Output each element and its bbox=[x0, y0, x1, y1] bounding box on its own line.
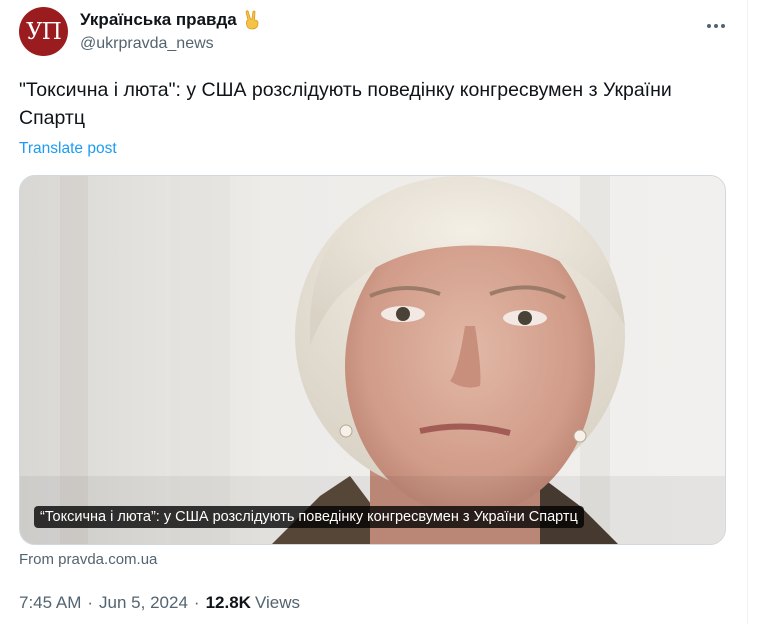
separator-dot: · bbox=[87, 593, 94, 612]
views-count[interactable]: 12.8K bbox=[206, 593, 251, 613]
tweet-meta: 7:45 AM · Jun 5, 2024 · 12.8K Views bbox=[19, 593, 300, 613]
handle[interactable]: @ukrpravda_news bbox=[80, 35, 214, 53]
card-source-link[interactable]: From pravda.com.ua bbox=[19, 551, 157, 568]
tweet-text: "Токсична і люта": у США розслідують пов… bbox=[19, 79, 672, 129]
card-caption: “Токсична і люта”: у США розслідують пов… bbox=[34, 506, 584, 528]
more-options-icon bbox=[706, 16, 726, 34]
views-label: Views bbox=[254, 593, 300, 612]
timeline-divider bbox=[747, 0, 748, 624]
victory-hand-icon bbox=[243, 10, 261, 30]
tweet-header: УП Українська правда @ukrpravda_news bbox=[19, 7, 729, 57]
link-card[interactable]: “Токсична і люта”: у США розслідують пов… bbox=[19, 175, 726, 545]
card-image bbox=[20, 176, 725, 544]
post-date[interactable]: Jun 5, 2024 bbox=[99, 593, 188, 613]
tweet: УП Українська правда @ukrpravda_news "То… bbox=[0, 0, 747, 624]
translate-post-link[interactable]: Translate post bbox=[19, 140, 117, 158]
avatar[interactable]: УП bbox=[19, 7, 68, 56]
display-name[interactable]: Українська правда bbox=[80, 10, 237, 30]
more-options-button[interactable] bbox=[702, 13, 730, 37]
separator-dot: · bbox=[193, 593, 200, 612]
post-time[interactable]: 7:45 AM bbox=[19, 593, 81, 613]
name-row: Українська правда bbox=[80, 10, 261, 30]
